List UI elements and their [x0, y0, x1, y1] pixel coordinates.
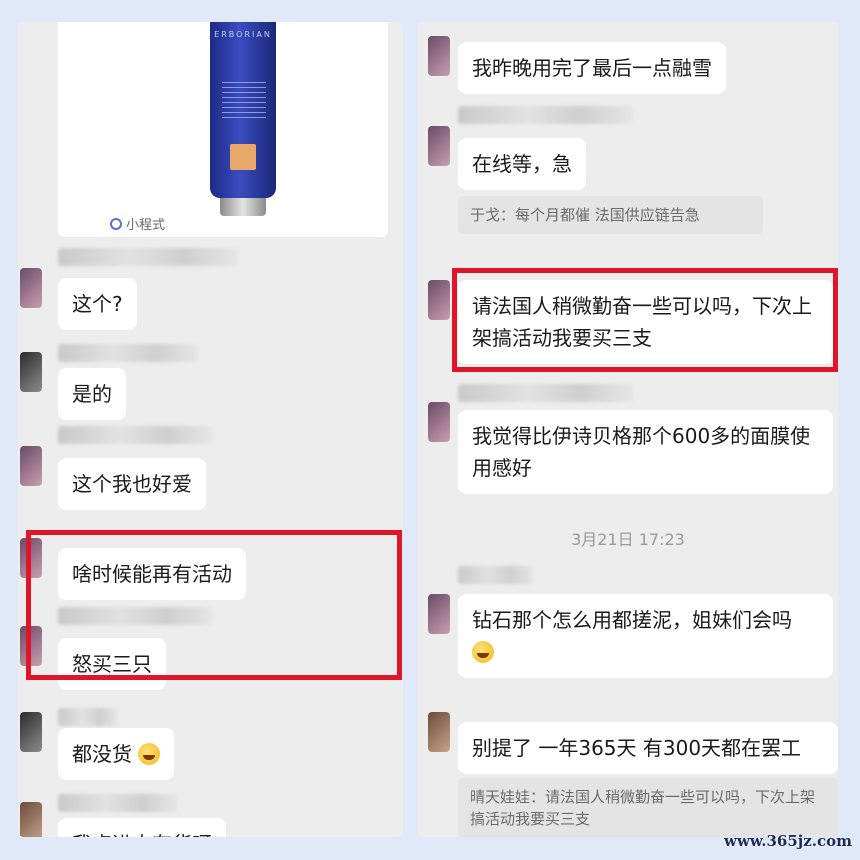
avatar[interactable] — [428, 402, 450, 442]
avatar[interactable] — [20, 626, 42, 666]
message-text: 都没货 — [72, 742, 132, 766]
right-chat-screenshot: 我昨晚用完了最后一点融雪 在线等，急 于戈：每个月都催 法国供应链告急 请法国人… — [418, 22, 838, 837]
avatar[interactable] — [20, 538, 42, 578]
message-bubble[interactable]: 在线等，急 — [458, 138, 586, 190]
sender-name-blurred — [458, 106, 633, 124]
avatar[interactable] — [428, 280, 450, 320]
product-brand: ERBORIAN — [214, 30, 272, 39]
product-color-swatch — [230, 144, 256, 170]
quoted-message[interactable]: 晴天娃娃：请法国人稍微勤奋一些可以吗，下次上架搞活动我要买三支 — [458, 778, 838, 837]
site-watermark: www.365jz.com — [724, 832, 852, 850]
avatar[interactable] — [428, 36, 450, 76]
avatar[interactable] — [428, 594, 450, 634]
message-bubble[interactable]: 请法国人稍微勤奋一些可以吗，下次上架搞活动我要买三支 — [458, 280, 833, 364]
message-bubble[interactable]: 钻石那个怎么用都搓泥，姐妹们会吗 — [458, 594, 833, 678]
message-bubble[interactable]: 这个? — [58, 278, 137, 330]
product-label-text-image — [222, 82, 266, 122]
avatar[interactable] — [428, 126, 450, 166]
product-card[interactable]: ERBORIAN 小程式 — [58, 22, 388, 237]
message-bubble[interactable]: 别提了 一年365天 有300天都在罢工 — [458, 722, 838, 774]
message-bubble[interactable]: 这个我也好爱 — [58, 458, 206, 510]
sender-name-blurred — [58, 426, 213, 444]
sender-name-blurred — [458, 384, 633, 402]
message-bubble[interactable]: 啥时候能再有活动 — [58, 548, 246, 600]
avatar[interactable] — [20, 268, 42, 308]
crying-laughing-emoji-icon — [472, 641, 494, 663]
crying-laughing-emoji-icon — [138, 743, 161, 765]
avatar[interactable] — [428, 712, 450, 752]
timestamp: 3月21日 17:23 — [571, 530, 685, 549]
message-bubble[interactable]: 我觉得比伊诗贝格那个600多的面膜使用感好 — [458, 410, 833, 494]
message-text: 钻石那个怎么用都搓泥，姐妹们会吗 — [472, 608, 792, 632]
product-cap-image — [220, 198, 266, 216]
sender-name-blurred — [58, 344, 198, 362]
sender-name-blurred — [58, 794, 178, 812]
sender-name-blurred — [58, 708, 118, 726]
miniprogram-icon — [110, 218, 122, 230]
message-bubble[interactable]: 我点进去有货呀 — [58, 818, 226, 837]
quoted-message[interactable]: 于戈：每个月都催 法国供应链告急 — [458, 196, 763, 234]
avatar[interactable] — [20, 712, 42, 752]
message-bubble[interactable]: 怒买三只 — [58, 638, 166, 690]
sender-name-blurred — [58, 607, 213, 625]
message-bubble[interactable]: 是的 — [58, 368, 126, 420]
left-chat-screenshot: ERBORIAN 小程式 这个? 是的 这个我也好爱 啥时候能再有活动 怒买三只… — [18, 22, 403, 837]
avatar[interactable] — [20, 802, 42, 837]
avatar[interactable] — [20, 352, 42, 392]
message-bubble[interactable]: 都没货 — [58, 728, 175, 780]
avatar[interactable] — [20, 446, 42, 486]
message-bubble[interactable]: 我昨晚用完了最后一点融雪 — [458, 42, 726, 94]
sender-name-blurred — [458, 566, 533, 584]
miniprogram-label-text: 小程式 — [126, 218, 166, 233]
miniprogram-label: 小程式 — [110, 214, 165, 233]
sender-name-blurred — [58, 248, 238, 266]
